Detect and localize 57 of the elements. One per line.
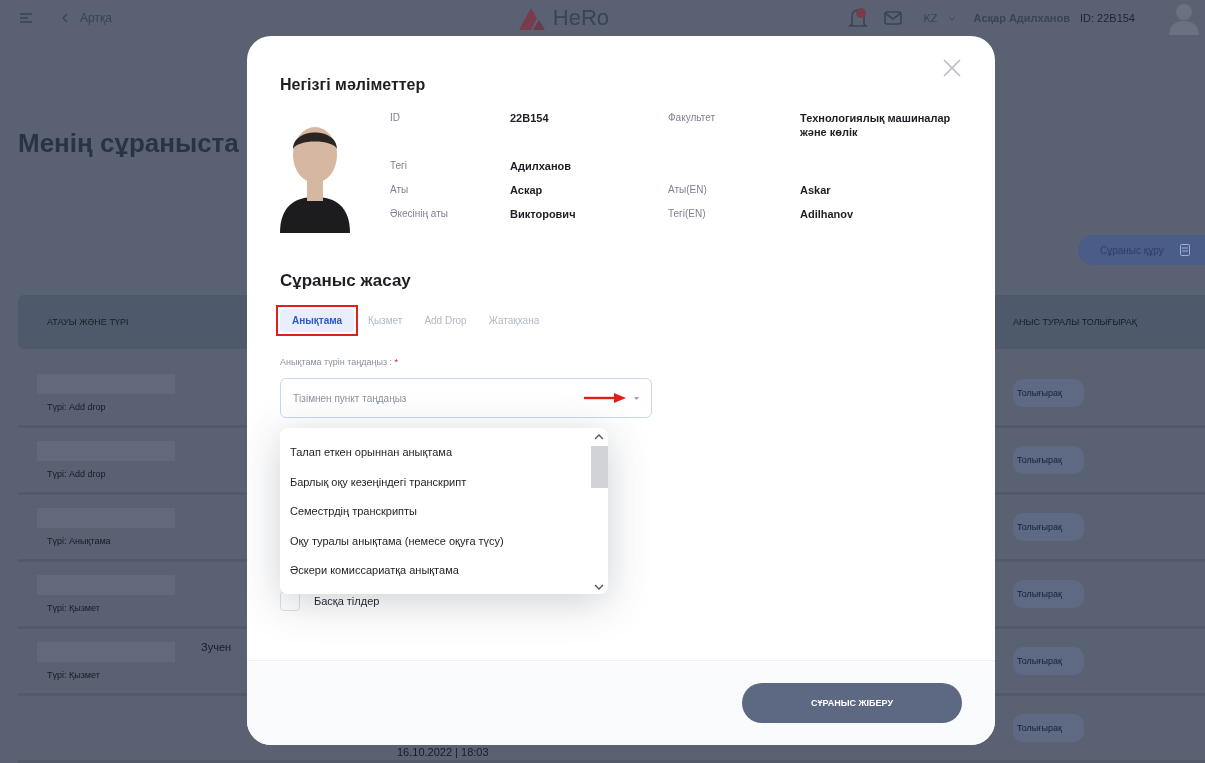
section-title: Негізгі мәліметтер <box>280 76 427 94</box>
request-type: Түрі: Қызмет <box>47 603 100 613</box>
details-button[interactable]: Толығырақ <box>1013 580 1085 608</box>
user-id: ID: 22B154 <box>1079 12 1135 24</box>
chevron-left-icon <box>62 13 68 23</box>
field-label: Тегі <box>390 159 408 173</box>
dropdown-option[interactable]: Оқу туралы анықтама (немесе оқуға түсу) <box>290 530 590 561</box>
scroll-up-icon[interactable] <box>594 434 604 440</box>
field-value: Аскар <box>510 183 544 197</box>
dropdown-option[interactable]: Семестрдің транскрипты <box>290 501 590 531</box>
request-type: Түрі: Қызмет <box>47 670 100 680</box>
close-icon[interactable] <box>943 59 961 77</box>
submit-request-button[interactable]: СҰРАНЫС ЖІБЕРУ <box>742 683 962 723</box>
required-mark: * <box>394 357 399 367</box>
tab[interactable]: Қызмет <box>360 309 411 332</box>
field-label: Аты <box>390 183 410 197</box>
request-type: Түрі: Add drop <box>47 469 106 479</box>
request-date: 16.10.2022 | 18:03 <box>397 746 489 758</box>
column-header: АНЫС ТУРАЛЫ ТОЛЫҒЫРАҚ <box>1013 317 1137 327</box>
dropdown-option[interactable]: Барлық оқу кезеңіндегі транскрипт <box>290 471 590 502</box>
tab[interactable]: Add Drop <box>416 309 475 332</box>
field-label: Факультет <box>668 111 716 125</box>
tab[interactable]: Жатақхана <box>480 309 548 332</box>
field-value: Викторович <box>510 207 577 221</box>
field-value: 22B154 <box>510 111 550 126</box>
field-label: ID <box>390 111 401 125</box>
request-type: Түрі: Add drop <box>47 402 106 412</box>
dropdown-option[interactable]: Әскери комиссариатқа анықтама <box>290 560 590 590</box>
field-label: Тегі(EN) <box>668 207 707 221</box>
section-title: Сұраныс жасау <box>280 271 412 291</box>
caret-icon <box>634 396 639 400</box>
request-type: Түрі: Анықтама <box>47 536 111 546</box>
field-label: Анықтама түрін таңдаңыз : * <box>280 357 400 367</box>
field-value: Адилханов <box>510 159 573 173</box>
column-header: АТАУЫ ЖӘНЕ ТҮРІ <box>47 317 129 327</box>
dropdown-option[interactable]: Талап еткен орыннан анықтама <box>290 442 590 472</box>
mail-icon[interactable] <box>883 11 902 25</box>
document-icon <box>1179 244 1190 256</box>
scroll-down-icon[interactable] <box>594 584 604 590</box>
notification-bell-icon[interactable] <box>847 7 868 29</box>
field-value: Adilhanov <box>800 207 855 221</box>
field-label: Аты(EN) <box>668 183 708 197</box>
field-value: Технологиялық машиналар және көлік <box>800 111 952 139</box>
caret-icon <box>947 15 956 21</box>
details-button[interactable]: Толығырақ <box>1013 379 1085 407</box>
menu-icon[interactable] <box>20 13 32 23</box>
details-button[interactable]: Толығырақ <box>1013 513 1085 541</box>
scrollbar-thumb[interactable] <box>590 446 608 488</box>
details-button[interactable]: Толығырақ <box>1013 446 1085 474</box>
field-value: Askar <box>800 183 832 197</box>
field-label: Әкесінің аты <box>390 207 449 221</box>
table-cell: Зучен <box>201 641 232 653</box>
details-button[interactable]: Толығырақ <box>1013 647 1085 675</box>
logo-icon <box>516 6 547 30</box>
checkbox-label: Басқа тілдер <box>314 595 380 607</box>
details-button[interactable]: Толығырақ <box>1013 714 1085 742</box>
dropdown-field[interactable]: Тізімнен пункт таңдаңыз <box>280 378 652 418</box>
